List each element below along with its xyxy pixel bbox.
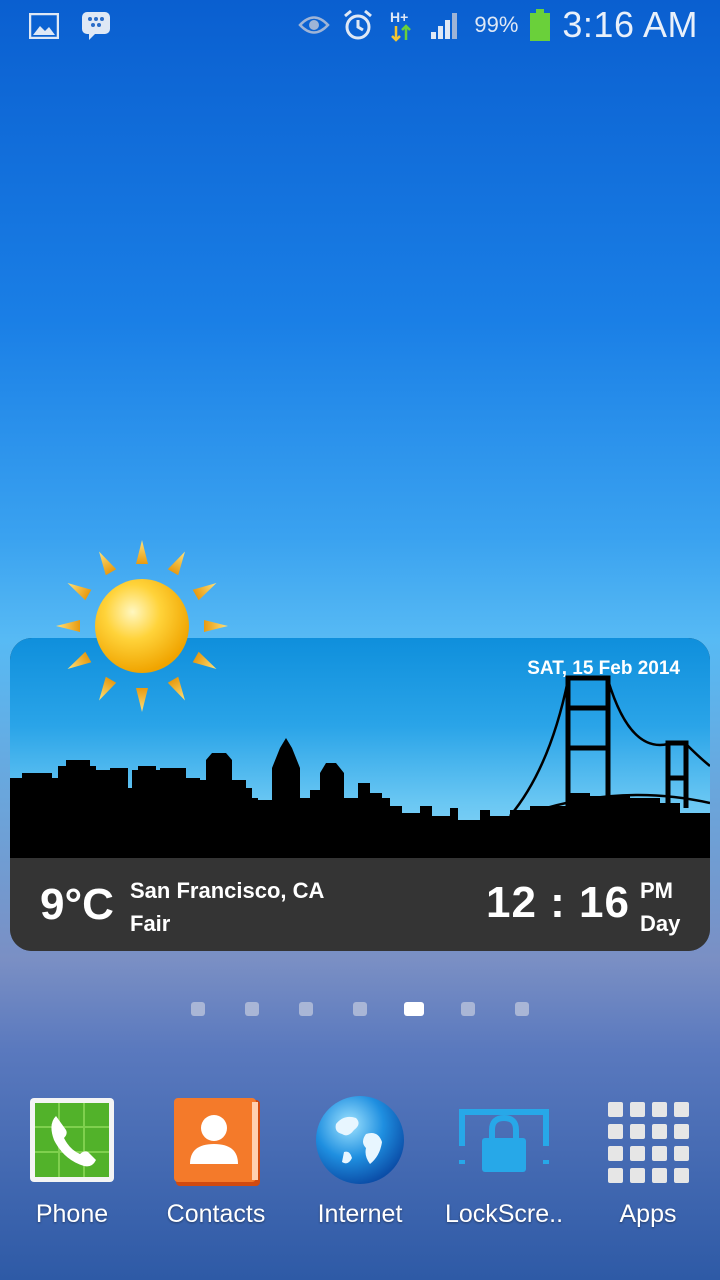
network-type-label: H+ — [390, 9, 408, 25]
signal-icon — [430, 9, 462, 41]
sun-icon — [56, 540, 228, 712]
page-dot-6[interactable] — [461, 1002, 475, 1016]
status-time: 3:16 AM — [562, 4, 698, 45]
battery-icon — [530, 9, 551, 41]
app-label-lockscreen: LockScre.. — [444, 1200, 564, 1228]
widget-clock: 12 : 16 — [486, 878, 630, 927]
temperature: 9°C — [40, 880, 114, 929]
app-contacts[interactable]: Contacts — [146, 1094, 286, 1229]
app-label-phone: Phone — [35, 1200, 109, 1228]
eye-icon — [298, 9, 331, 41]
globe-icon[interactable] — [314, 1094, 406, 1186]
widget-period: Day — [640, 911, 681, 936]
app-internet[interactable]: Internet — [290, 1094, 430, 1229]
app-label-contacts: Contacts — [166, 1200, 266, 1228]
app-phone[interactable]: Phone — [2, 1094, 142, 1229]
app-label-apps: Apps — [619, 1200, 677, 1228]
weather-condition: Fair — [130, 911, 171, 936]
widget-date: SAT, 15 Feb 2014 — [527, 658, 680, 679]
lockscreen-icon[interactable] — [458, 1094, 550, 1186]
battery-percent: 99% — [474, 12, 519, 37]
alarm-icon — [342, 9, 374, 41]
bbm-icon — [80, 10, 112, 42]
page-dot-7[interactable] — [515, 1002, 529, 1016]
hplus-data-icon: H+ — [386, 9, 418, 42]
app-dock: Phone Contacts Internet LockScre.. Apps — [0, 1094, 720, 1244]
app-apps[interactable]: Apps — [578, 1094, 718, 1229]
contacts-icon[interactable] — [170, 1094, 262, 1186]
phone-icon[interactable] — [26, 1094, 118, 1186]
apps-grid-icon[interactable] — [602, 1094, 694, 1186]
app-label-internet: Internet — [317, 1200, 403, 1228]
gallery-icon — [28, 10, 60, 42]
page-dot-3[interactable] — [299, 1002, 313, 1016]
app-lockscreen[interactable]: LockScre.. — [434, 1094, 574, 1229]
page-dot-4[interactable] — [353, 1002, 367, 1016]
widget-ampm: PM — [640, 878, 673, 903]
city-name: San Francisco, CA — [130, 878, 325, 903]
page-dot-2[interactable] — [245, 1002, 259, 1016]
widget-info-bar: 9°C San Francisco, CA Fair 12 : 16 PM Da… — [10, 858, 710, 951]
page-dot-1[interactable] — [191, 1002, 205, 1016]
status-bar: H+ 99% 3:16 AM — [0, 0, 720, 50]
page-indicator[interactable] — [0, 1002, 720, 1018]
page-dot-5-active[interactable] — [404, 1002, 424, 1016]
